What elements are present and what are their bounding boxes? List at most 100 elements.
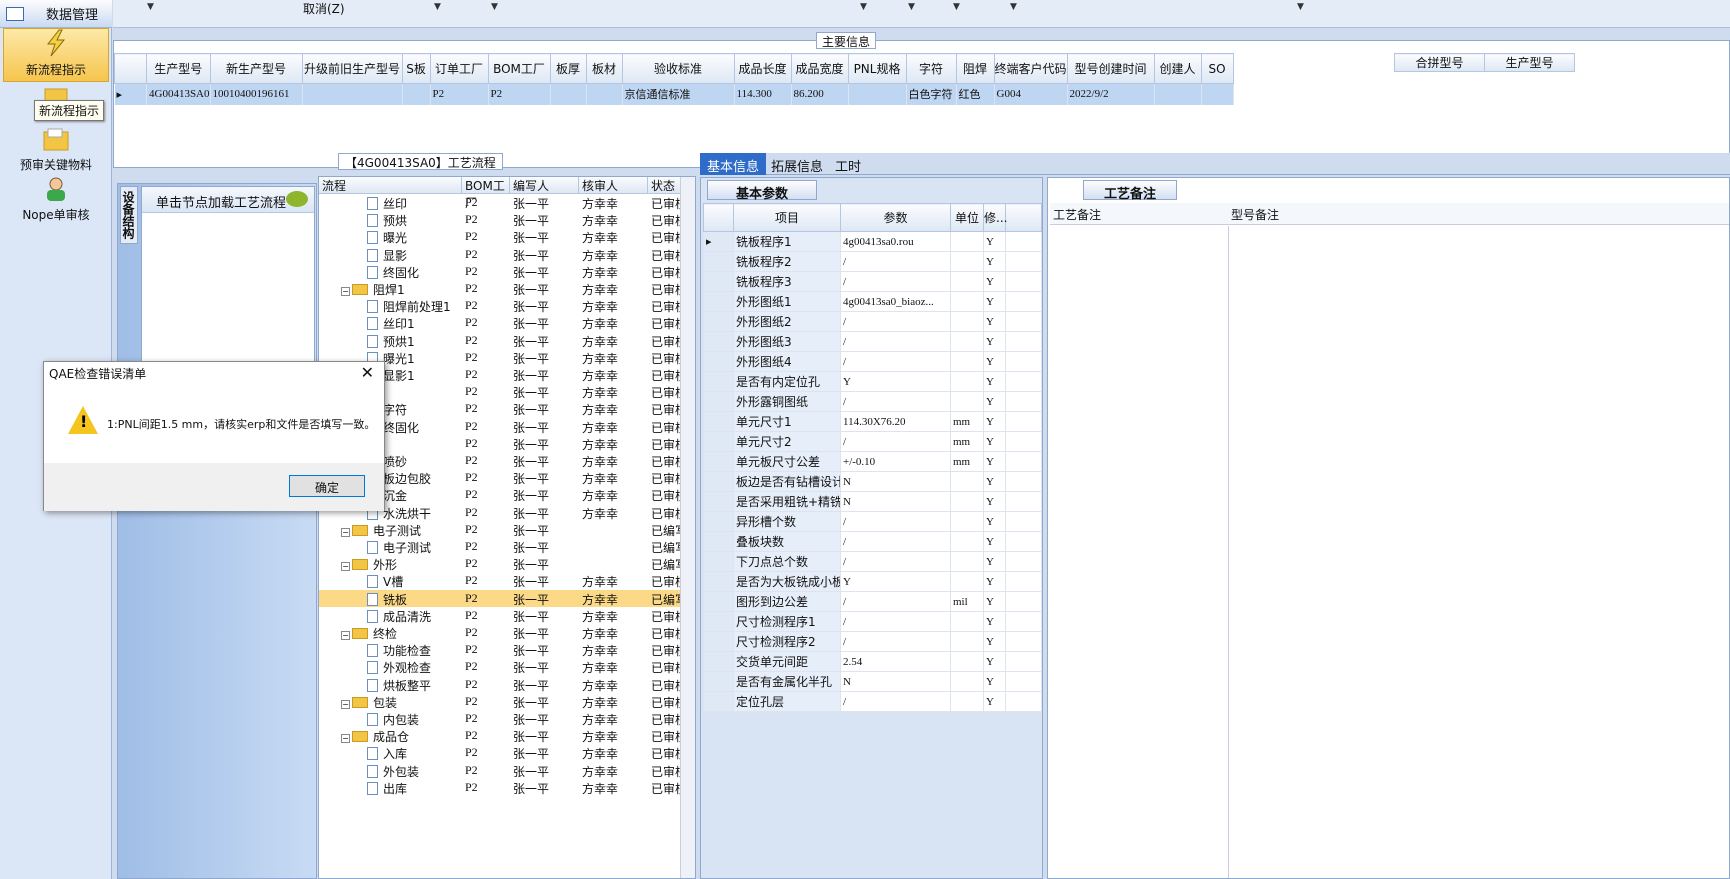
param-item[interactable]: 是否采用粗铣+精铣 bbox=[733, 491, 841, 512]
tree-row[interactable]: − 包装 P2 张一平 方幸幸 已审核 bbox=[319, 693, 681, 710]
tree-row[interactable]: − 成品仓 P2 张一平 方幸幸 已审核 bbox=[319, 727, 681, 744]
param-value[interactable]: 4g00413sa0.rou bbox=[840, 231, 951, 252]
table-row[interactable]: 尺寸检测程序1/ Y bbox=[703, 611, 1042, 632]
param-value[interactable]: / bbox=[840, 511, 951, 532]
tree-node[interactable]: 预烘1 bbox=[367, 333, 415, 350]
table-cell[interactable] bbox=[550, 83, 587, 105]
table-row[interactable]: 铣板程序3/ Y bbox=[703, 271, 1042, 292]
column-header[interactable]: 升级前旧生产型号 bbox=[301, 53, 403, 84]
param-modified[interactable]: Y bbox=[983, 351, 1006, 372]
tree-row[interactable]: 外观检查 P2 张一平 方幸幸 已审核 bbox=[319, 658, 681, 675]
column-header[interactable]: BOM工厂 bbox=[462, 177, 510, 210]
param-modified[interactable]: Y bbox=[983, 431, 1006, 452]
tree-row[interactable]: 丝印 P2 张一平 方幸幸 已审核 bbox=[319, 194, 681, 211]
param-modified[interactable]: Y bbox=[983, 571, 1006, 592]
row-indicator[interactable] bbox=[703, 571, 734, 592]
ok-button[interactable]: 确定 bbox=[289, 475, 365, 497]
tree-node[interactable]: 成品清洗 bbox=[367, 608, 431, 625]
param-item[interactable]: 单元尺寸2 bbox=[733, 431, 841, 452]
param-item[interactable]: 外形图纸1 bbox=[733, 291, 841, 312]
collapse-icon[interactable]: − bbox=[341, 699, 350, 709]
nav-item-prereview-material[interactable]: 预审关键物料 bbox=[3, 128, 109, 172]
table-cell[interactable]: 白色字符 bbox=[906, 83, 957, 105]
tab-extended-info[interactable]: 拓展信息 bbox=[764, 153, 830, 175]
chevron-down-icon[interactable]: ▼ bbox=[491, 2, 498, 12]
param-item[interactable]: 异形槽个数 bbox=[733, 511, 841, 532]
tree-row[interactable]: 烘板整平 P2 张一平 方幸幸 已审核 bbox=[319, 676, 681, 693]
param-value[interactable]: / bbox=[840, 331, 951, 352]
param-modified[interactable]: Y bbox=[983, 251, 1006, 272]
table-row[interactable]: 外形图纸4/ Y bbox=[703, 351, 1042, 372]
tree-row[interactable]: 电子测试 P2 张一平 已编写 bbox=[319, 538, 681, 555]
param-unit[interactable]: mm bbox=[950, 411, 984, 432]
param-unit[interactable] bbox=[950, 351, 984, 372]
tree-node[interactable]: 外包装 bbox=[367, 763, 419, 780]
row-indicator[interactable] bbox=[703, 451, 734, 472]
param-item[interactable]: 铣板程序3 bbox=[733, 271, 841, 292]
tree-node[interactable]: 内包装 bbox=[367, 711, 419, 728]
param-value[interactable]: 114.30X76.20 bbox=[840, 411, 951, 432]
tree-row[interactable]: 外包装 P2 张一平 方幸幸 已审核 bbox=[319, 762, 681, 779]
param-modified[interactable]: Y bbox=[983, 271, 1006, 292]
tree-row[interactable]: 铣板 P2 张一平 方幸幸 已编写 bbox=[319, 589, 681, 607]
tree-node[interactable]: 显影 bbox=[367, 247, 407, 264]
column-header[interactable]: 合拼型号 bbox=[1394, 53, 1485, 72]
column-header[interactable]: 订单工厂 bbox=[429, 53, 489, 84]
tree-row[interactable]: − 外形 P2 张一平 已编写 bbox=[319, 555, 681, 572]
row-indicator[interactable]: ▸ bbox=[703, 231, 734, 252]
column-header[interactable]: 成品宽度 bbox=[790, 53, 849, 84]
param-item[interactable]: 下刀点总个数 bbox=[733, 551, 841, 572]
table-row[interactable]: 是否为大板铣成小板 Y Y bbox=[703, 571, 1042, 592]
table-row[interactable]: 单元板尺寸公差 +/-0.10 mm Y bbox=[703, 451, 1042, 472]
row-indicator[interactable] bbox=[703, 591, 734, 612]
collapse-icon[interactable]: − bbox=[341, 734, 350, 744]
param-modified[interactable]: Y bbox=[983, 411, 1006, 432]
param-unit[interactable] bbox=[950, 291, 984, 312]
tree-row[interactable]: 显影 P2 张一平 方幸幸 已审核 bbox=[319, 246, 681, 263]
column-header[interactable]: 成品长度 bbox=[733, 53, 792, 84]
column-header[interactable]: 生产型号 bbox=[1484, 53, 1575, 72]
param-item[interactable]: 尺寸检测程序2 bbox=[733, 631, 841, 652]
column-header[interactable]: 状态 bbox=[648, 177, 681, 193]
row-indicator[interactable] bbox=[703, 371, 734, 392]
tree-row[interactable]: 出库 P2 张一平 方幸幸 已审核 bbox=[319, 779, 681, 796]
collapse-icon[interactable]: − bbox=[341, 562, 350, 572]
table-row[interactable]: 外形露铜图纸 / Y bbox=[703, 391, 1042, 412]
param-unit[interactable] bbox=[950, 311, 984, 332]
row-indicator[interactable]: ▸ bbox=[114, 83, 147, 105]
table-cell[interactable] bbox=[402, 83, 431, 105]
column-header[interactable]: 字符 bbox=[905, 53, 957, 84]
nav-item-nope-review[interactable]: Nope单审核 bbox=[3, 176, 109, 222]
row-indicator[interactable] bbox=[703, 491, 734, 512]
tree-node[interactable]: 阻焊前处理1 bbox=[367, 298, 451, 315]
row-indicator[interactable] bbox=[703, 351, 734, 372]
column-header[interactable]: S板 bbox=[401, 53, 431, 84]
table-row[interactable]: 交货单元间距 2.54 Y bbox=[703, 651, 1042, 672]
tree-row[interactable]: 阻焊前处理1 P2 张一平 方幸幸 已审核 bbox=[319, 297, 681, 314]
param-item[interactable]: 铣板程序1 bbox=[733, 231, 841, 252]
param-item[interactable]: 铣板程序2 bbox=[733, 251, 841, 272]
param-value[interactable]: N bbox=[840, 671, 951, 692]
table-row[interactable]: 铣板程序2/ Y bbox=[703, 251, 1042, 272]
tree-node[interactable]: − 外形 bbox=[341, 556, 397, 573]
param-value[interactable]: / bbox=[840, 531, 951, 552]
param-unit[interactable] bbox=[950, 691, 984, 712]
param-item[interactable]: 外形图纸4 bbox=[733, 351, 841, 372]
param-value[interactable]: +/-0.10 bbox=[840, 451, 951, 472]
param-item[interactable]: 是否有内定位孔 bbox=[733, 371, 841, 392]
table-cell[interactable]: 红色 bbox=[956, 83, 995, 105]
collapse-icon[interactable]: − bbox=[341, 287, 350, 296]
param-unit[interactable] bbox=[950, 471, 984, 492]
tree-node[interactable]: − 阻焊1 bbox=[341, 281, 405, 298]
table-row[interactable]: 定位孔层 / Y bbox=[703, 691, 1042, 712]
table-row[interactable]: 是否有金属化半孔 N Y bbox=[703, 671, 1042, 692]
param-modified[interactable]: Y bbox=[983, 391, 1006, 412]
param-unit[interactable] bbox=[950, 571, 984, 592]
tree-row[interactable]: 内包装 P2 张一平 方幸幸 已审核 bbox=[319, 710, 681, 727]
table-cell[interactable]: P2 bbox=[430, 83, 489, 105]
row-indicator[interactable] bbox=[703, 391, 734, 412]
table-cell[interactable]: P2 bbox=[488, 83, 551, 105]
column-header[interactable]: 流程 bbox=[319, 177, 462, 193]
param-value[interactable]: / bbox=[840, 391, 951, 412]
column-header[interactable]: 参数 bbox=[840, 203, 951, 232]
